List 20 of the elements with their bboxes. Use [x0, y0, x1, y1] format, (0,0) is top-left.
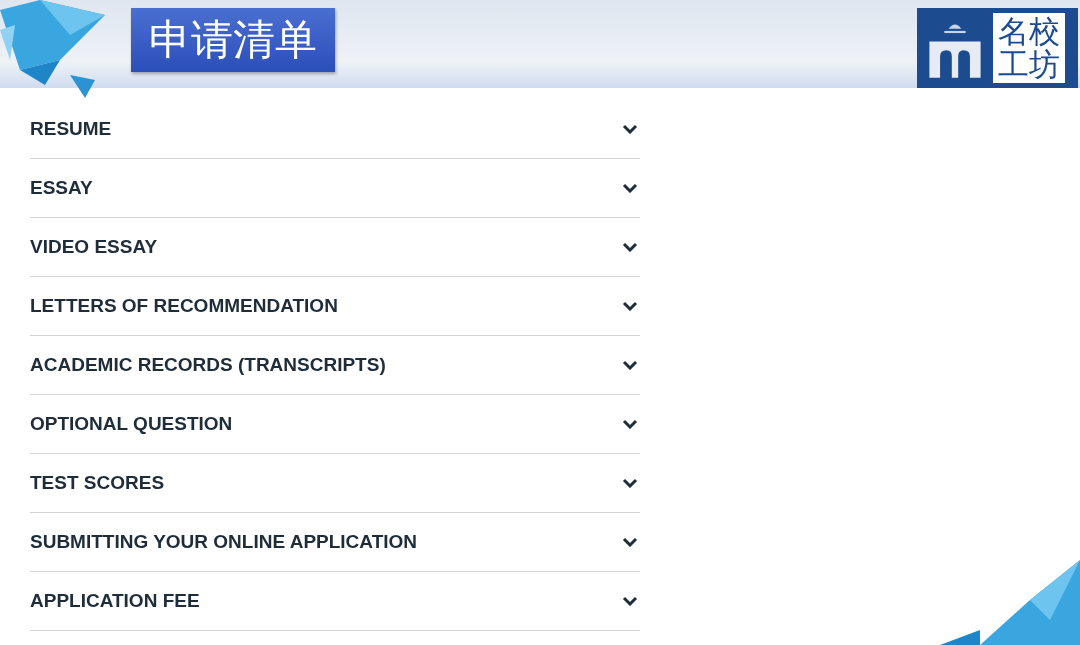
accordion-item[interactable]: SUBMITTING YOUR ONLINE APPLICATION: [30, 513, 640, 572]
chevron-down-icon: [622, 360, 638, 370]
accordion-item[interactable]: APPLICATION FEE: [30, 572, 640, 631]
chevron-down-icon: [622, 183, 638, 193]
slide-title: 申请清单: [131, 8, 335, 72]
logo-text: 名校 工坊: [993, 13, 1065, 83]
accordion-item[interactable]: RESUME: [30, 100, 640, 159]
accordion-item[interactable]: OPTIONAL QUESTION: [30, 395, 640, 454]
accordion-item[interactable]: LETTERS OF RECOMMENDATION: [30, 277, 640, 336]
accordion-item[interactable]: ESSAY: [30, 159, 640, 218]
accordion-item[interactable]: ACADEMIC RECORDS (TRANSCRIPTS): [30, 336, 640, 395]
chevron-down-icon: [622, 537, 638, 547]
chevron-down-icon: [622, 301, 638, 311]
chevron-down-icon: [622, 419, 638, 429]
chevron-down-icon: [622, 242, 638, 252]
accordion-item[interactable]: VIDEO ESSAY: [30, 218, 640, 277]
chevron-down-icon: [622, 596, 638, 606]
accordion-item[interactable]: TEST SCORES: [30, 454, 640, 513]
chevron-down-icon: [622, 124, 638, 134]
chevron-down-icon: [622, 478, 638, 488]
